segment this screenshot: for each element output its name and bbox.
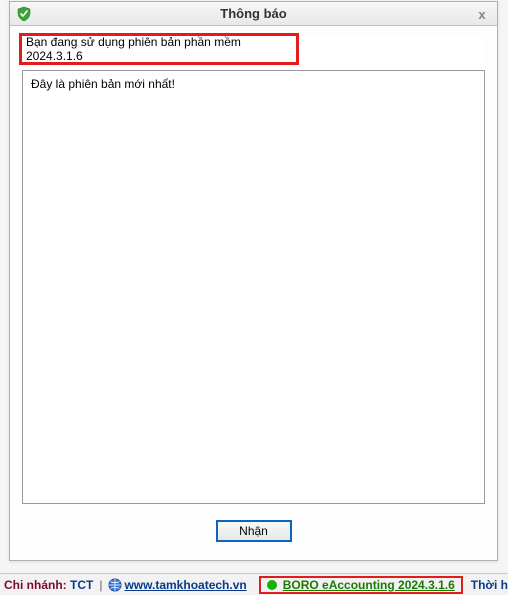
version-text: Bạn đang sử dụng phiên bản phần mềm 2024… [26, 35, 296, 63]
notification-dialog: Thông báo x Bạn đang sử dụng phiên bản p… [9, 1, 498, 561]
button-bar: Nhận [10, 514, 497, 548]
version-highlight-box: Bạn đang sử dụng phiên bản phần mềm 2024… [19, 33, 299, 65]
close-button[interactable]: x [473, 5, 491, 23]
ok-button-label: Nhận [239, 524, 268, 538]
branch-value: TCT [70, 578, 93, 592]
message-text: Đây là phiên bản mới nhất! [31, 77, 175, 91]
site-link[interactable]: www.tamkhoatech.vn [124, 578, 246, 592]
status-dot-icon [267, 580, 277, 590]
dialog-content: Bạn đang sử dụng phiên bản phần mềm 2024… [22, 36, 485, 504]
titlebar: Thông báo x [10, 2, 497, 26]
status-bar: Chi nhánh: TCT | www.tamkhoatech.vn BORO… [0, 573, 508, 595]
branch-label: Chi nhánh: [4, 578, 67, 592]
ok-button[interactable]: Nhận [216, 520, 292, 542]
status-separator: | [99, 578, 102, 592]
shield-icon [16, 6, 32, 22]
message-area: Đây là phiên bản mới nhất! [22, 70, 485, 504]
globe-icon [108, 578, 122, 592]
dialog-title: Thông báo [10, 6, 497, 21]
app-version-box: BORO eAccounting 2024.3.1.6 [259, 576, 463, 594]
status-trailing: Thời hạ [471, 578, 508, 592]
close-icon: x [478, 7, 485, 22]
app-version-link[interactable]: BORO eAccounting 2024.3.1.6 [283, 578, 455, 592]
